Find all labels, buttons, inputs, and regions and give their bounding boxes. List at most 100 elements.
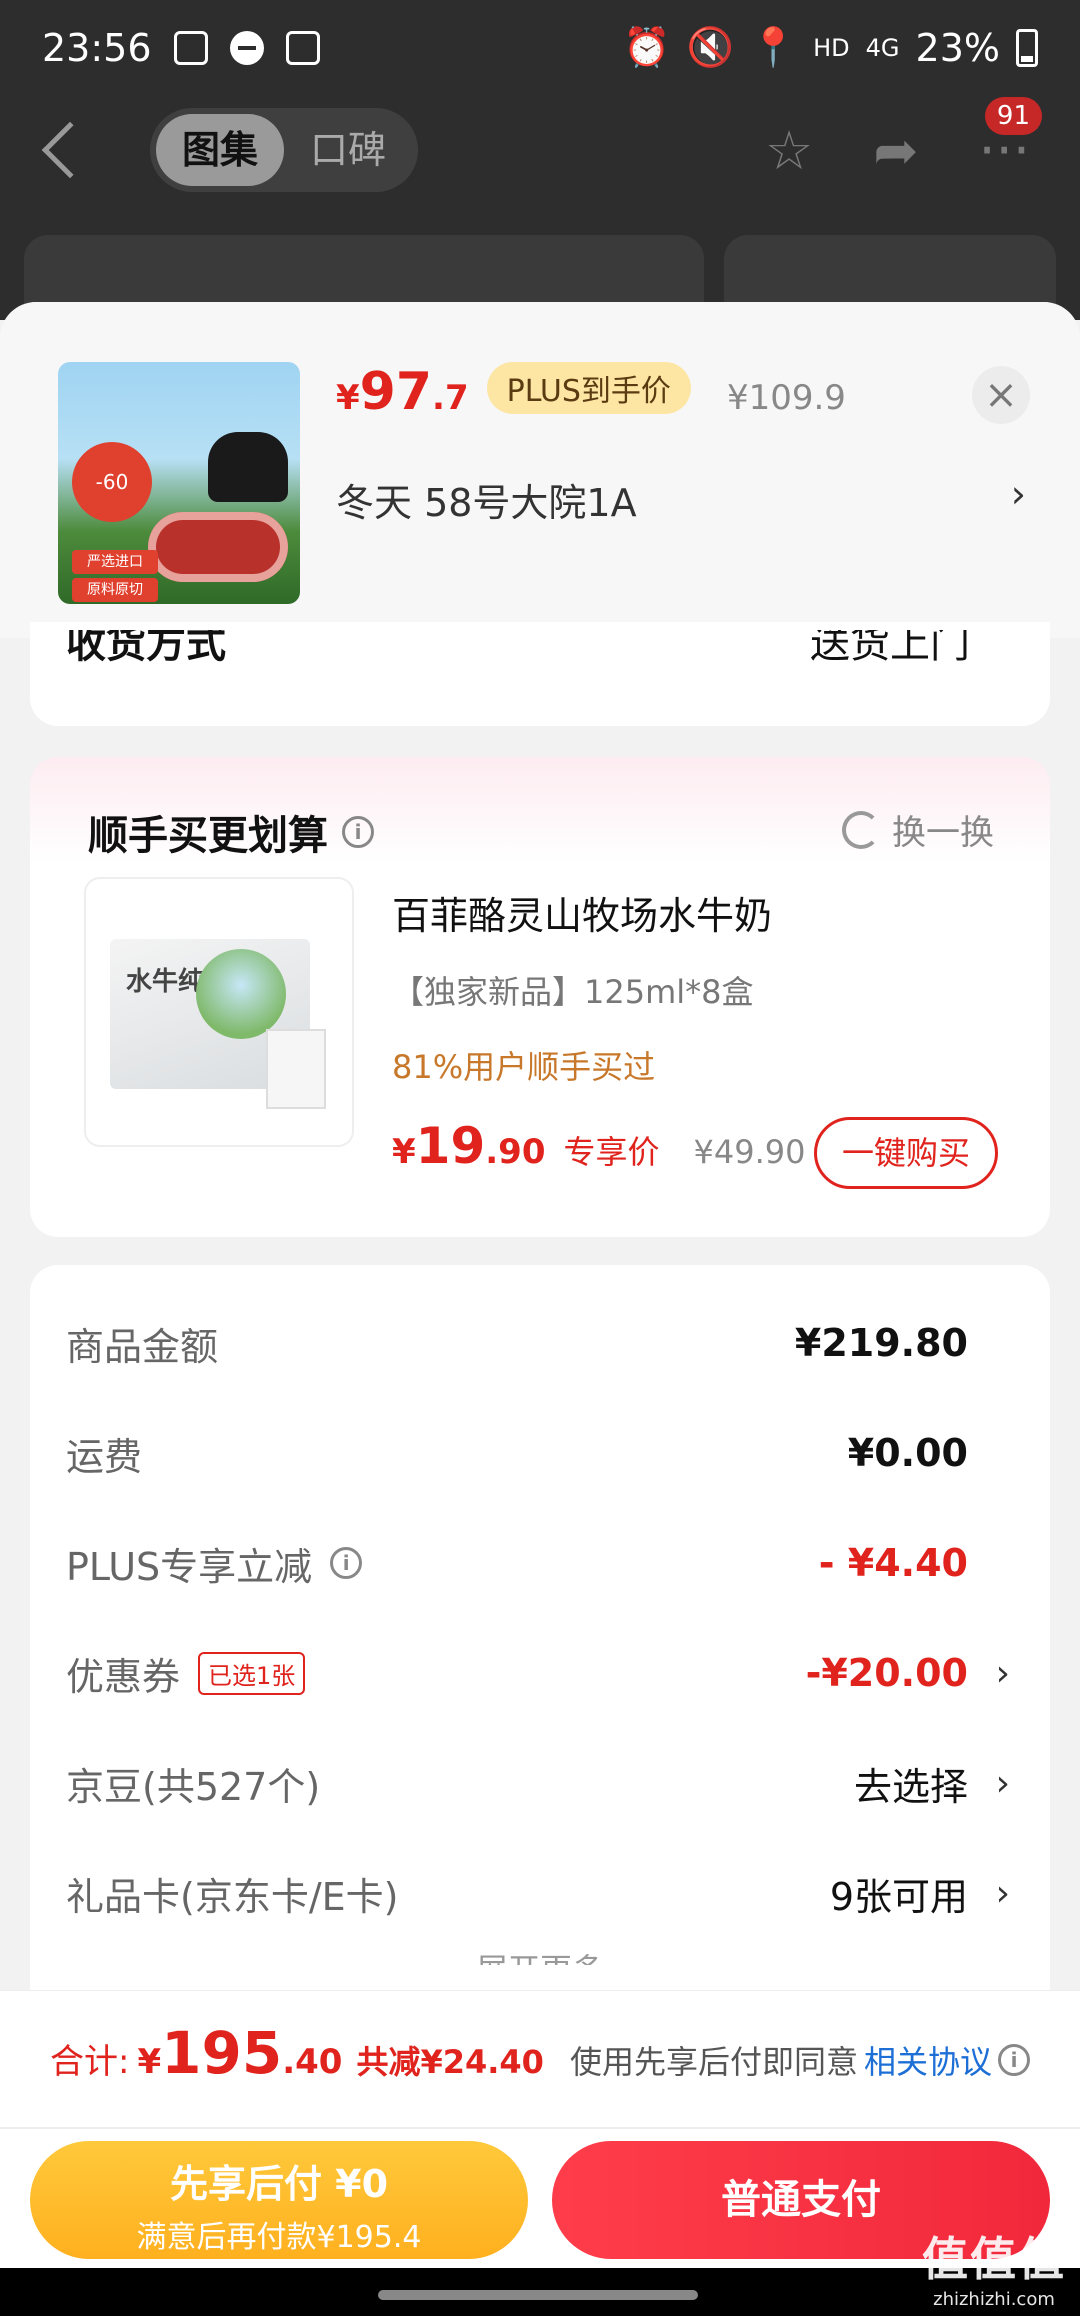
- plus-price: ¥97.7: [336, 362, 469, 422]
- refresh-icon: [842, 810, 880, 849]
- original-price: ¥109.9: [726, 378, 846, 418]
- tab-gallery[interactable]: 图集: [156, 114, 285, 186]
- milk-price-row: ¥19.90 专享价 ¥49.90: [392, 1117, 805, 1175]
- milk-price-int: 19: [415, 1117, 486, 1175]
- summary-value: -¥20.00: [805, 1651, 968, 1695]
- chevron-right-icon: ›: [995, 1872, 1010, 1914]
- battery-icon: [1016, 28, 1038, 67]
- chevron-right-icon: ›: [1010, 472, 1026, 516]
- summary-label: 优惠券 已选1张: [66, 1646, 306, 1701]
- summary-value: - ¥4.40: [818, 1541, 968, 1585]
- thumb-tag-2: 原料原切: [72, 578, 158, 602]
- thumb-tag-1: 严选进口: [72, 550, 158, 574]
- summary-label: 商品金额: [66, 1324, 219, 1369]
- location-icon: 📍: [749, 25, 798, 69]
- tab-switcher: 图集 口碑: [150, 108, 419, 192]
- top-nav: 图集 口碑 ☆ ➦ ··· 91: [0, 96, 1080, 200]
- milk-buyers: 81%用户顺手买过: [392, 1048, 656, 1086]
- milk-name[interactable]: 百菲酪灵山牧场水牛奶: [392, 885, 772, 940]
- summary-label: PLUS专享立减 i: [66, 1536, 363, 1591]
- thumb-badge-text: -60: [95, 470, 129, 494]
- notes-icon: [285, 30, 320, 65]
- summary-label: 运费: [66, 1434, 143, 1479]
- summary-value: 9张可用: [829, 1874, 968, 1919]
- milk-price-dec: .90: [485, 1132, 546, 1172]
- price-line: ¥97.7 PLUS到手价 ¥109.9: [336, 362, 846, 422]
- exclusive-price-label: 专享价: [563, 1133, 660, 1171]
- summary-row-goods: 商品金额 ¥219.80 ›: [66, 1313, 1010, 1373]
- star-icon[interactable]: ☆: [765, 119, 813, 182]
- summary-value: 去选择: [853, 1764, 968, 1809]
- product-header: -60 严选进口 原料原切 ¥97.7 PLUS到手价 ¥109.9 × 冬天 …: [0, 302, 1080, 638]
- watermark-title: 值值值: [922, 2232, 1066, 2286]
- milk-carton-graphic: [266, 1029, 326, 1109]
- price-badge-graphic: -60: [72, 442, 152, 522]
- summary-label: 京豆(共527个): [66, 1764, 321, 1809]
- home-indicator[interactable]: [378, 2290, 698, 2300]
- delivery-value: 送货上门: [810, 630, 970, 667]
- product-image: -60 严选进口 原料原切: [58, 362, 300, 604]
- upsell-title: 顺手买更划算 i: [88, 803, 374, 861]
- swap-label: 换一换: [892, 813, 994, 853]
- milk-spec: 【独家新品】125ml*8盒: [392, 973, 754, 1011]
- total-int: 195: [161, 2019, 283, 2087]
- battery-percent: 23%: [915, 25, 1000, 70]
- delivery-card: 收货方式 送货上门: [30, 622, 1050, 726]
- delivery-label: 收货方式: [66, 630, 226, 667]
- expand-more[interactable]: 展开更多: [30, 1945, 1050, 1965]
- status-bar: 23:56 ⏰ 🔇 📍 HD 4G 23%: [0, 0, 1080, 95]
- agreement-link[interactable]: 相关协议: [864, 2037, 992, 2083]
- back-arrow-icon[interactable]: [41, 121, 99, 179]
- total-label: 合计:: [50, 2042, 130, 2082]
- summary-value: ¥219.80: [794, 1321, 968, 1365]
- address-text: 冬天 58号大院1A: [336, 481, 637, 525]
- price-dec: .7: [432, 378, 469, 418]
- info-icon[interactable]: i: [330, 1547, 363, 1579]
- total-row: 合计: ¥ 195 .40 共减¥24.40 使用先享后付即同意 相关协议 i: [50, 2019, 1030, 2087]
- one-click-buy-button[interactable]: 一键购买: [814, 1117, 998, 1189]
- pay-later-title: 先享后付 ¥0: [169, 2162, 389, 2206]
- summary-row-giftcard[interactable]: 礼品卡(京东卡/E卡) 9张可用 ›: [66, 1863, 1010, 1923]
- coupon-selected-tag: 已选1张: [198, 1651, 306, 1695]
- summary-row-jingdou[interactable]: 京豆(共527个) 去选择 ›: [66, 1753, 1010, 1813]
- mute-icon: 🔇: [686, 25, 734, 69]
- total-saved: 共减¥24.40: [356, 2043, 544, 2081]
- swap-button[interactable]: 换一换: [842, 805, 994, 854]
- chevron-right-icon: ›: [995, 1762, 1010, 1804]
- signal-icon: 4G: [865, 33, 900, 62]
- info-icon[interactable]: i: [342, 816, 374, 848]
- status-time: 23:56: [42, 25, 152, 70]
- share-icon[interactable]: ➦: [873, 119, 918, 182]
- upsell-title-text: 顺手买更划算: [88, 813, 328, 859]
- milk-product-image[interactable]: 水牛纯牛奶: [84, 877, 354, 1147]
- close-button[interactable]: ×: [972, 366, 1030, 424]
- tab-reviews[interactable]: 口碑: [284, 114, 412, 186]
- info-icon[interactable]: i: [998, 2044, 1030, 2076]
- upsell-card: 顺手买更划算 i 换一换 水牛纯牛奶 百菲酪灵山牧场水牛奶 【独家新品】125m…: [30, 757, 1050, 1237]
- milk-price-symbol: ¥: [392, 1132, 416, 1172]
- alarm-icon: ⏰: [623, 25, 671, 69]
- gesture-bar: [0, 2268, 1080, 2316]
- agreement-text: 使用先享后付即同意: [569, 2043, 858, 2081]
- message-badge: 91: [984, 96, 1042, 135]
- address-selector[interactable]: 冬天 58号大院1A ›: [336, 472, 1026, 527]
- summary-row-plus-discount: PLUS专享立减 i - ¥4.40 ›: [66, 1533, 1010, 1593]
- steak-graphic: [148, 512, 288, 582]
- total-symbol: ¥: [137, 2042, 162, 2082]
- summary-row-coupon[interactable]: 优惠券 已选1张 -¥20.00 ›: [66, 1643, 1010, 1703]
- plus-price-tag: PLUS到手价: [486, 362, 691, 414]
- gallery-icon: [173, 30, 208, 65]
- summary-label-text: PLUS专享立减: [66, 1544, 313, 1589]
- pay-later-button[interactable]: 先享后付 ¥0 满意后再付款¥195.4: [30, 2141, 528, 2259]
- network-type: HD: [813, 33, 850, 62]
- background-page: 23:56 ⏰ 🔇 📍 HD 4G 23% 图集 口碑 ☆ ➦ ··· 91: [0, 0, 1080, 325]
- do-not-disturb-icon: [229, 30, 264, 65]
- delivery-row[interactable]: 收货方式 送货上门: [66, 630, 970, 670]
- summary-value: ¥0.00: [847, 1431, 968, 1475]
- watermark: 值值值 zhizhizhi.com: [922, 2223, 1066, 2310]
- summary-label-text: 优惠券: [66, 1654, 181, 1699]
- bottom-bar: 合计: ¥ 195 .40 共减¥24.40 使用先享后付即同意 相关协议 i 先…: [0, 1990, 1080, 2316]
- total-dec: .40: [282, 2042, 343, 2082]
- milk-original-price: ¥49.90: [693, 1133, 806, 1171]
- price-symbol: ¥: [336, 378, 360, 418]
